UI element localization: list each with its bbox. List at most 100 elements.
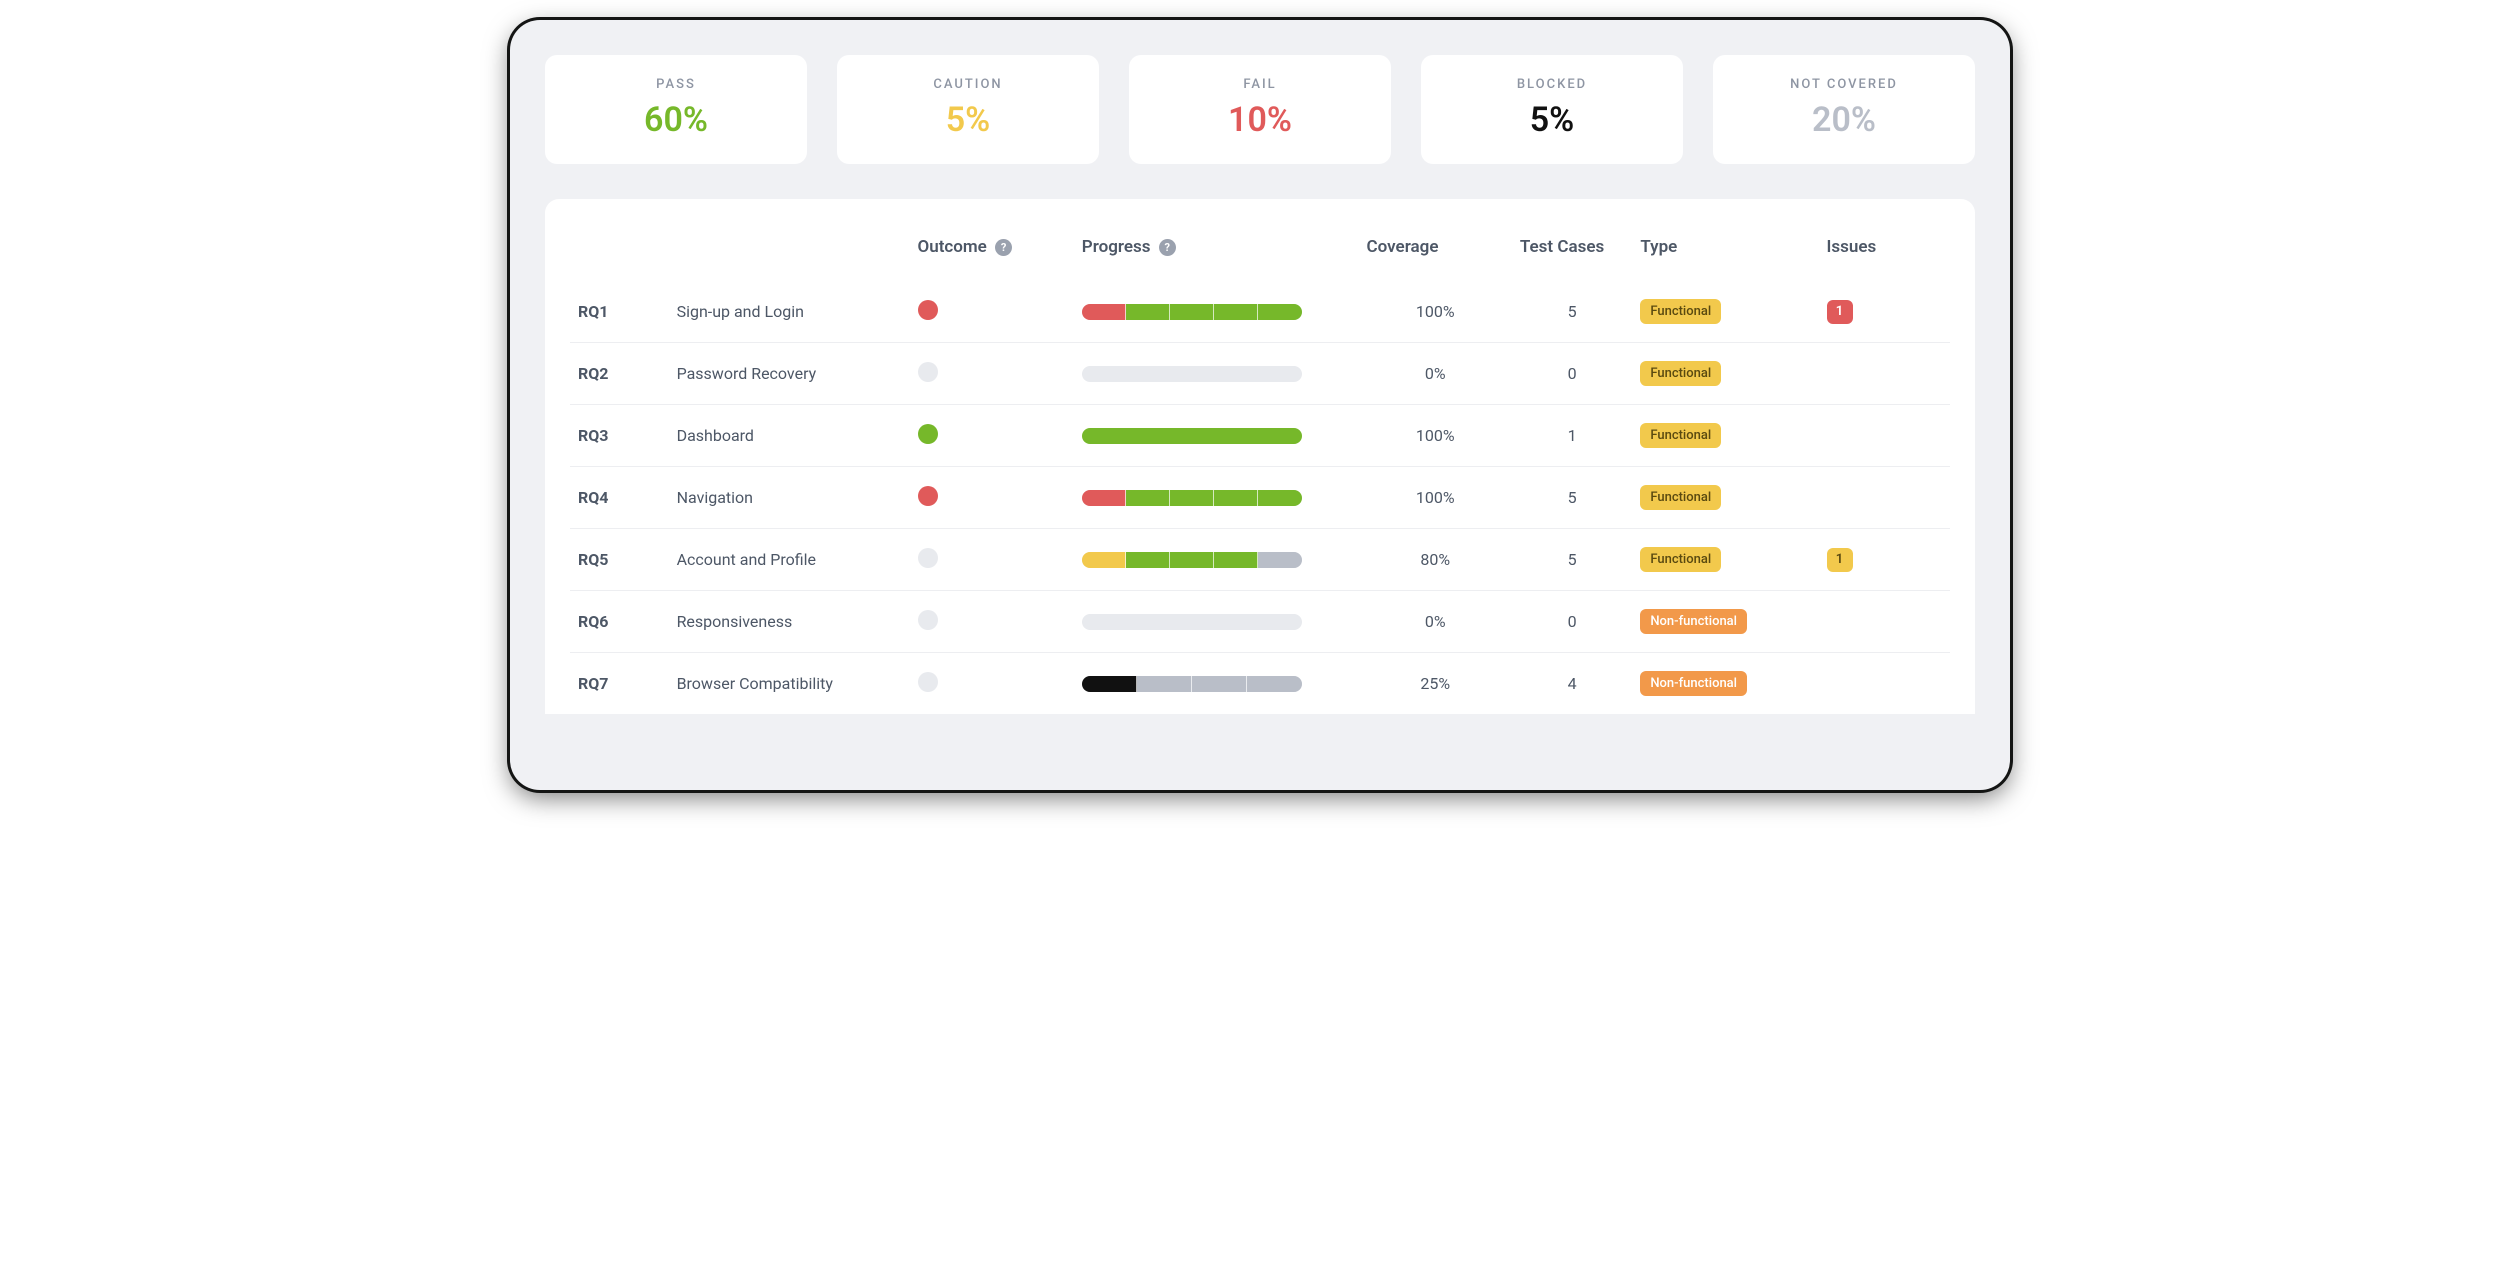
progress-segment [1214, 490, 1258, 506]
progress-bar [1082, 676, 1302, 692]
testcases-value: 0 [1512, 343, 1632, 405]
progress-cell [1074, 405, 1359, 467]
help-icon[interactable]: ? [1159, 239, 1176, 256]
table-row[interactable]: RQ2Password Recovery 0%0 Functional [570, 343, 1950, 405]
issues-cell: 1 [1819, 281, 1950, 343]
summary-card: FAIL 10% [1129, 55, 1391, 164]
column-header-type: Type [1632, 219, 1818, 281]
outcome-cell [910, 653, 1074, 715]
table-row[interactable]: RQ7Browser Compatibility25%4Non-function… [570, 653, 1950, 715]
summary-label: FAIL [1139, 77, 1381, 92]
summary-card: BLOCKED 5% [1421, 55, 1683, 164]
summary-value: 5% [847, 100, 1089, 140]
requirement-id: RQ2 [570, 343, 669, 405]
progress-segment [1126, 304, 1170, 320]
summary-value: 5% [1431, 100, 1673, 140]
requirement-name: Dashboard [669, 405, 910, 467]
type-cell: Functional [1632, 529, 1818, 591]
outcome-dot-icon [918, 486, 938, 506]
dashboard-frame: PASS60%CAUTION5%FAIL10%BLOCKED5%NOT COVE… [510, 20, 2010, 790]
requirement-name: Navigation [669, 467, 910, 529]
requirement-id: RQ4 [570, 467, 669, 529]
type-tag[interactable]: Non-functional [1640, 671, 1747, 696]
table-row[interactable]: RQ4Navigation 100%5 Functional [570, 467, 1950, 529]
column-header-testcases: Test Cases [1512, 219, 1632, 281]
column-label: Outcome [918, 237, 987, 257]
progress-segment [1192, 676, 1247, 692]
outcome-dot-icon [918, 362, 938, 382]
progress-segment [1258, 490, 1302, 506]
summary-label: CAUTION [847, 77, 1089, 92]
issues-cell [1819, 467, 1950, 529]
table-row[interactable]: RQ1Sign-up and Login100%5Functional1 [570, 281, 1950, 343]
requirement-id: RQ3 [570, 405, 669, 467]
progress-bar [1082, 428, 1302, 444]
coverage-value: 80% [1359, 529, 1512, 591]
requirement-name: Account and Profile [669, 529, 910, 591]
progress-segment [1258, 552, 1302, 568]
column-header-issues: Issues [1819, 219, 1950, 281]
coverage-value: 0% [1359, 591, 1512, 653]
issues-cell [1819, 653, 1950, 715]
summary-cards-row: PASS60%CAUTION5%FAIL10%BLOCKED5%NOT COVE… [545, 55, 1975, 164]
column-label: Type [1640, 237, 1677, 257]
requirements-panel: Outcome ? Progress ? Coverage Test Cases [545, 199, 1975, 714]
summary-value: 20% [1723, 100, 1965, 140]
progress-segment [1126, 490, 1170, 506]
outcome-dot-icon [918, 672, 938, 692]
summary-value: 10% [1139, 100, 1381, 140]
requirement-name: Password Recovery [669, 343, 910, 405]
testcases-value: 1 [1512, 405, 1632, 467]
requirement-id: RQ1 [570, 281, 669, 343]
column-label: Test Cases [1520, 237, 1604, 257]
requirement-name: Responsiveness [669, 591, 910, 653]
progress-segment [1082, 366, 1302, 382]
help-icon[interactable]: ? [995, 239, 1012, 256]
coverage-value: 0% [1359, 343, 1512, 405]
type-tag[interactable]: Functional [1640, 423, 1721, 448]
type-tag[interactable]: Functional [1640, 547, 1721, 572]
issue-badge[interactable]: 1 [1827, 300, 1853, 324]
progress-segment [1170, 490, 1214, 506]
testcases-value: 4 [1512, 653, 1632, 715]
type-tag[interactable]: Non-functional [1640, 609, 1747, 634]
outcome-dot-icon [918, 548, 938, 568]
progress-segment [1126, 552, 1170, 568]
issues-cell [1819, 591, 1950, 653]
requirement-name: Browser Compatibility [669, 653, 910, 715]
coverage-value: 100% [1359, 467, 1512, 529]
type-tag[interactable]: Functional [1640, 485, 1721, 510]
column-header-progress: Progress ? [1074, 219, 1359, 281]
outcome-cell [910, 405, 1074, 467]
summary-label: NOT COVERED [1723, 77, 1965, 92]
outcome-cell [910, 343, 1074, 405]
table-row[interactable]: RQ3Dashboard100%1Functional [570, 405, 1950, 467]
type-cell: Functional [1632, 281, 1818, 343]
testcases-value: 5 [1512, 467, 1632, 529]
type-tag[interactable]: Functional [1640, 361, 1721, 386]
issues-cell [1819, 343, 1950, 405]
issues-cell [1819, 405, 1950, 467]
progress-cell [1074, 653, 1359, 715]
progress-bar [1082, 490, 1302, 506]
column-label: Coverage [1367, 237, 1439, 257]
progress-segment [1082, 428, 1302, 444]
outcome-cell [910, 467, 1074, 529]
outcome-cell [910, 591, 1074, 653]
issue-badge[interactable]: 1 [1827, 548, 1853, 572]
progress-segment [1082, 676, 1137, 692]
progress-segment [1247, 676, 1302, 692]
outcome-dot-icon [918, 300, 938, 320]
progress-segment [1082, 552, 1126, 568]
testcases-value: 0 [1512, 591, 1632, 653]
table-row[interactable]: RQ6Responsiveness0%0Non-functional [570, 591, 1950, 653]
outcome-cell [910, 281, 1074, 343]
progress-cell [1074, 281, 1359, 343]
summary-label: BLOCKED [1431, 77, 1673, 92]
requirement-id: RQ5 [570, 529, 669, 591]
issues-cell: 1 [1819, 529, 1950, 591]
progress-segment [1170, 304, 1214, 320]
table-row[interactable]: RQ5Account and Profile80%5Functional1 [570, 529, 1950, 591]
testcases-value: 5 [1512, 281, 1632, 343]
type-tag[interactable]: Functional [1640, 299, 1721, 324]
